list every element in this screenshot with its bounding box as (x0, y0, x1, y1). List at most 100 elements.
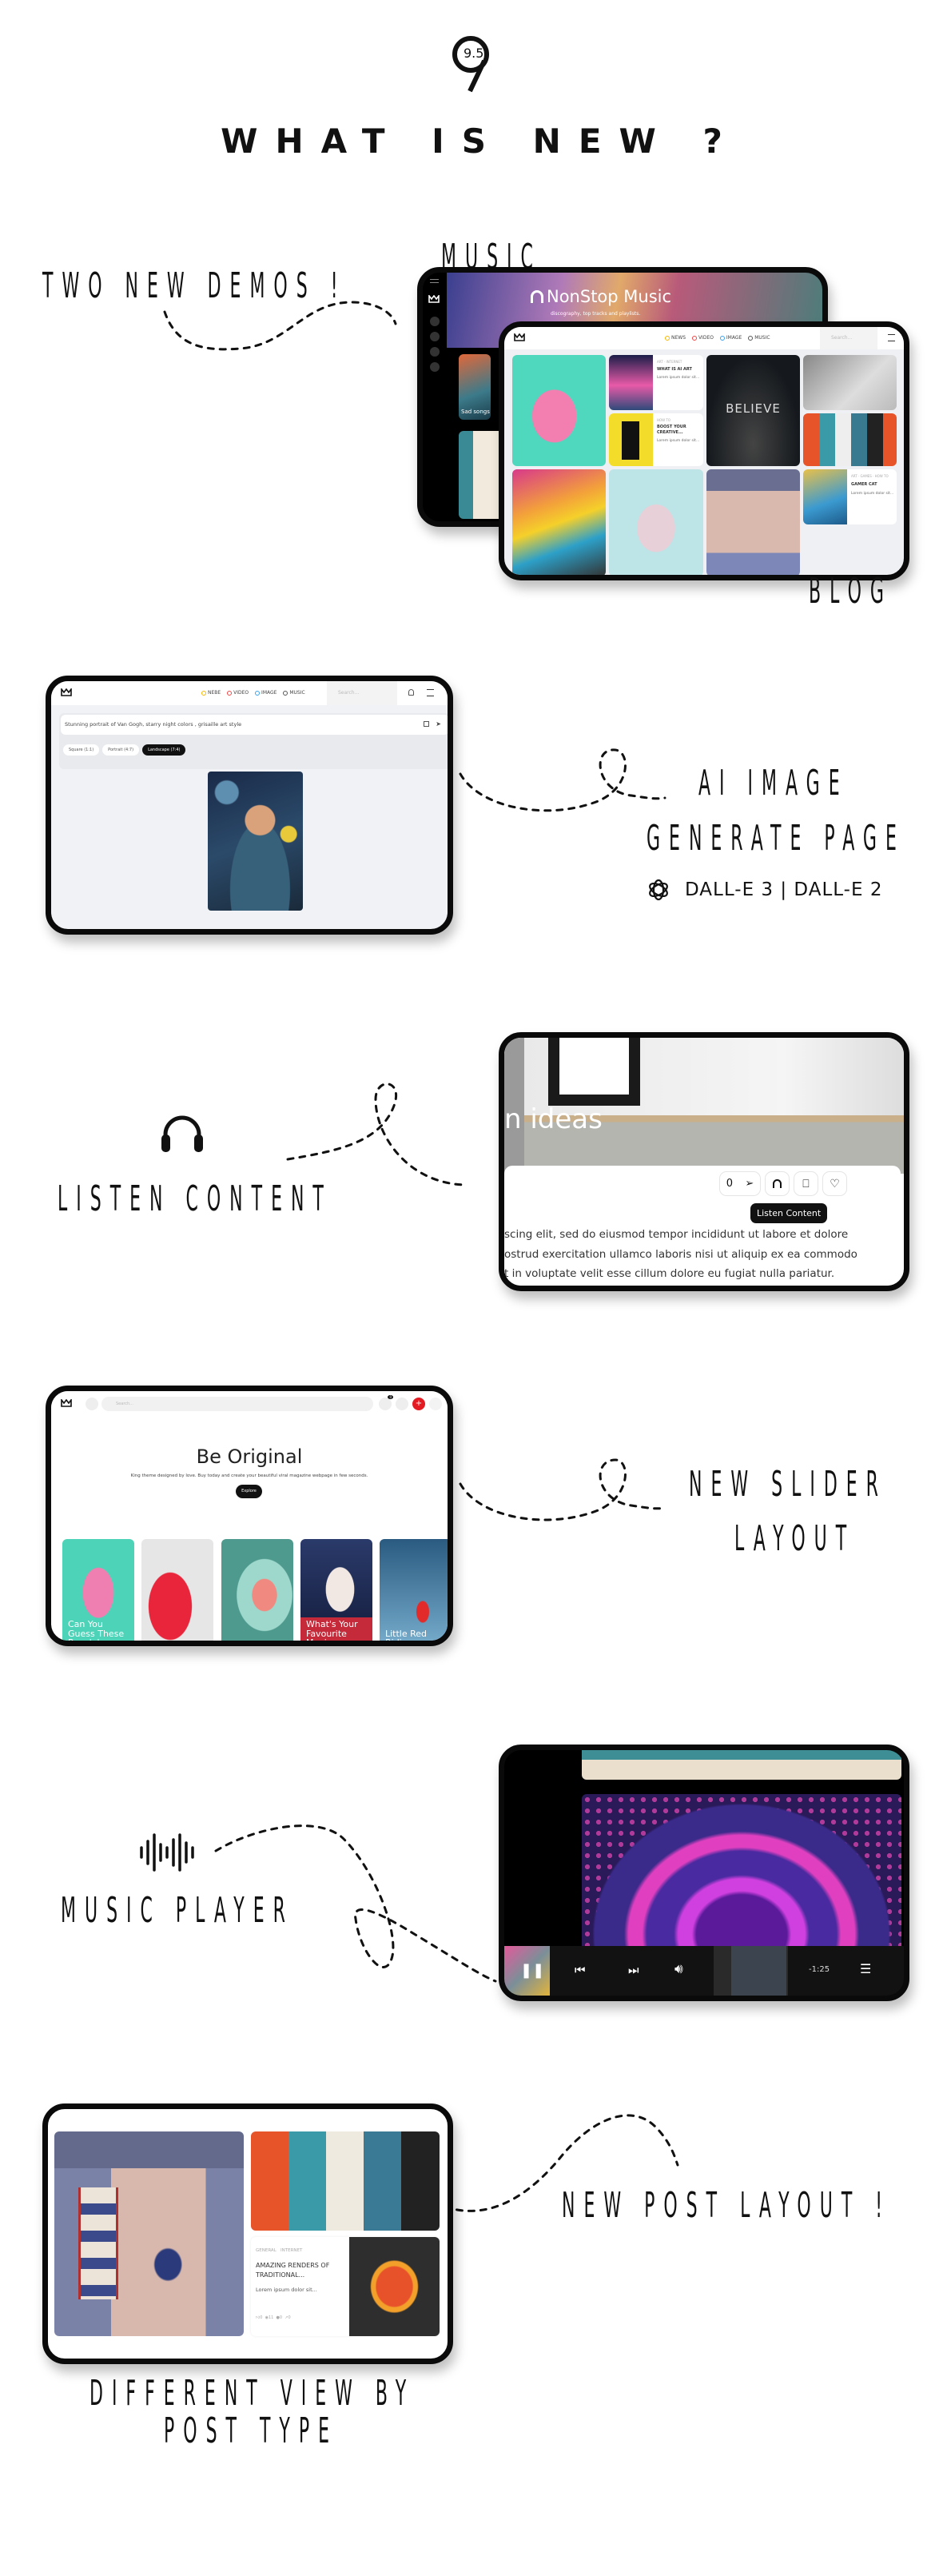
ratio-landscape[interactable]: Landscape (7:4) (142, 744, 186, 756)
slide-card[interactable]: What's Your Favourite Movie (300, 1539, 372, 1641)
card-title: AMAZING RENDERS OF TRADITIONAL... (256, 2262, 330, 2279)
generated-image[interactable] (208, 772, 303, 911)
post-layout-screenshot: GENERAL INTERNET AMAZING RENDERS OF TRAD… (42, 2103, 453, 2364)
card-excerpt: Lorem ipsum dolor sit... (256, 2287, 317, 2293)
avatar[interactable] (429, 1398, 442, 1410)
card-categories: HOW TO (657, 418, 670, 422)
body-line: scing elit, sed do eiusmod tempor incidi… (504, 1228, 849, 1241)
ratio-square[interactable]: Square (1:1) (63, 744, 100, 756)
send-icon[interactable]: ➤ (436, 720, 441, 728)
send-icon: ➢ (745, 1178, 754, 1190)
like-button[interactable]: ♡ (822, 1171, 847, 1196)
progress-fill (731, 1946, 786, 1996)
post-type-caption-line1: DIFFERENT VIEW BY (90, 2373, 416, 2414)
slider-layout-screenshot: Search... 0 + Be Original King theme des… (46, 1386, 453, 1646)
search-icon[interactable] (430, 347, 440, 357)
body-line: t in voluptate velit esse cillum dolore … (504, 1267, 835, 1280)
settings-icon[interactable] (424, 721, 429, 727)
plus-icon[interactable] (430, 332, 440, 341)
ai-heading-line2: GENERATE PAGE (647, 818, 905, 859)
new-post-layout-heading: NEW POST LAYOUT ! (562, 2185, 892, 2226)
masks-image[interactable] (803, 413, 897, 466)
prompt-text: Stunning portrait of Van Gogh, starry ni… (65, 721, 242, 728)
building-image[interactable] (512, 469, 606, 575)
nav-music[interactable]: MUSIC (754, 335, 770, 341)
headphones-icon (773, 1179, 782, 1188)
progress-track[interactable] (714, 1946, 788, 1996)
body-line: ostrud exercitation ullamco laboris nisi… (504, 1247, 857, 1261)
menu-icon[interactable] (888, 334, 895, 341)
dashed-curve-demos (163, 301, 397, 351)
nav-video[interactable]: VIDEO (698, 335, 714, 341)
masks-image[interactable] (251, 2131, 440, 2231)
previous-icon[interactable]: ⏮ (575, 1963, 586, 1977)
ai-nav: NEBE VIDEO IMAGE MUSIC (197, 690, 305, 696)
dalle-models: DALL-E 3 | DALL-E 2 (685, 879, 883, 900)
post-card[interactable]: HOW TO BOOST YOUR CREATIVE... Lorem ipsu… (609, 413, 703, 466)
prompt-input[interactable]: Stunning portrait of Van Gogh, starry ni… (61, 715, 448, 735)
slider-heading-line2: LAYOUT (734, 1518, 856, 1559)
search-input[interactable]: Search... (327, 681, 397, 705)
interior-image[interactable] (54, 2131, 244, 2336)
hero-title: Be Original (196, 1446, 303, 1468)
listen-button[interactable] (765, 1171, 790, 1196)
news-icon (665, 335, 670, 341)
view-count: 11 (268, 2315, 274, 2320)
bookmark-icon: ⎕ (802, 1177, 810, 1190)
share-button[interactable]: 0 ➢ (719, 1171, 761, 1196)
playlist-card-label: Sad songs (461, 409, 490, 415)
ai-image-screenshot: NEBE VIDEO IMAGE MUSIC Search... Stunnin… (46, 676, 453, 935)
card-mockup-image[interactable] (609, 469, 703, 575)
believe-image[interactable]: BELIEVE (706, 355, 800, 466)
nav-video[interactable]: VIDEO (233, 690, 249, 696)
playlist-card[interactable]: Sad songs (459, 354, 491, 420)
bookmark-button[interactable]: 0 (379, 1395, 393, 1410)
interior-image[interactable] (706, 469, 800, 575)
slide-card[interactable]: Little Red Riding (380, 1539, 448, 1641)
nav-news[interactable]: NEWS (671, 335, 686, 341)
card-title: WHAT IS AI ART (657, 367, 692, 372)
search-input[interactable]: Search... (101, 1397, 373, 1411)
nav-news[interactable]: NEBE (208, 690, 221, 696)
bell-button[interactable] (396, 1398, 408, 1410)
waveform-icon (140, 1833, 194, 1872)
video-icon (227, 690, 233, 696)
slide-card[interactable]: Can You Guess These People's (62, 1539, 134, 1641)
nav-image[interactable]: IMAGE (726, 335, 742, 341)
explore-button[interactable]: Explore (236, 1485, 262, 1498)
search-input[interactable]: Search... (820, 327, 877, 349)
user-icon[interactable] (430, 317, 440, 326)
ratio-portrait[interactable]: Portrait (4:7) (102, 744, 140, 756)
bookmark-button[interactable]: ⎕ (794, 1171, 818, 1196)
card-categories: ART · INTERNET (657, 360, 682, 364)
post-card[interactable]: ART · GAMES · HOW TO GAMER CAT Lorem ips… (803, 469, 897, 524)
nav-music[interactable]: MUSIC (289, 690, 304, 696)
nav-image[interactable]: IMAGE (261, 690, 277, 696)
volume-icon[interactable]: 🔊︎ (674, 1961, 683, 1977)
bell-icon[interactable] (408, 689, 414, 696)
next-icon[interactable]: ⏭ (628, 1963, 639, 1977)
menu-icon[interactable] (427, 689, 434, 696)
music-icon (283, 690, 288, 696)
menu-button[interactable] (86, 1398, 98, 1410)
cassette-image[interactable] (512, 355, 606, 466)
pause-icon[interactable]: ❚❚ (520, 1962, 544, 1979)
slide-card[interactable] (221, 1539, 293, 1641)
bolt-icon[interactable] (430, 362, 440, 372)
blog-nav: NEWS VIDEO IMAGE MUSIC (660, 335, 770, 341)
bookmark-badge: 0 (388, 1395, 393, 1399)
nine-five-logo-icon (452, 36, 489, 93)
category-general[interactable]: GENERAL (256, 2248, 277, 2253)
category-internet[interactable]: INTERNET (281, 2248, 302, 2253)
dashed-curve-ai (459, 748, 666, 812)
add-post-button[interactable]: + (412, 1398, 425, 1410)
crown-logo-icon (61, 688, 72, 696)
slider-header: Search... 0 + (51, 1391, 448, 1417)
slide-card[interactable] (141, 1539, 213, 1641)
art-image[interactable] (803, 355, 897, 410)
post-card[interactable]: ART · INTERNET WHAT IS AI ART Lorem ipsu… (609, 355, 703, 410)
post-card[interactable]: GENERAL INTERNET AMAZING RENDERS OF TRAD… (251, 2237, 440, 2336)
frame-image (548, 1038, 640, 1106)
post-hero-image: n ideas (504, 1038, 904, 1174)
equalizer-icon[interactable]: ☰ (860, 1961, 871, 1976)
